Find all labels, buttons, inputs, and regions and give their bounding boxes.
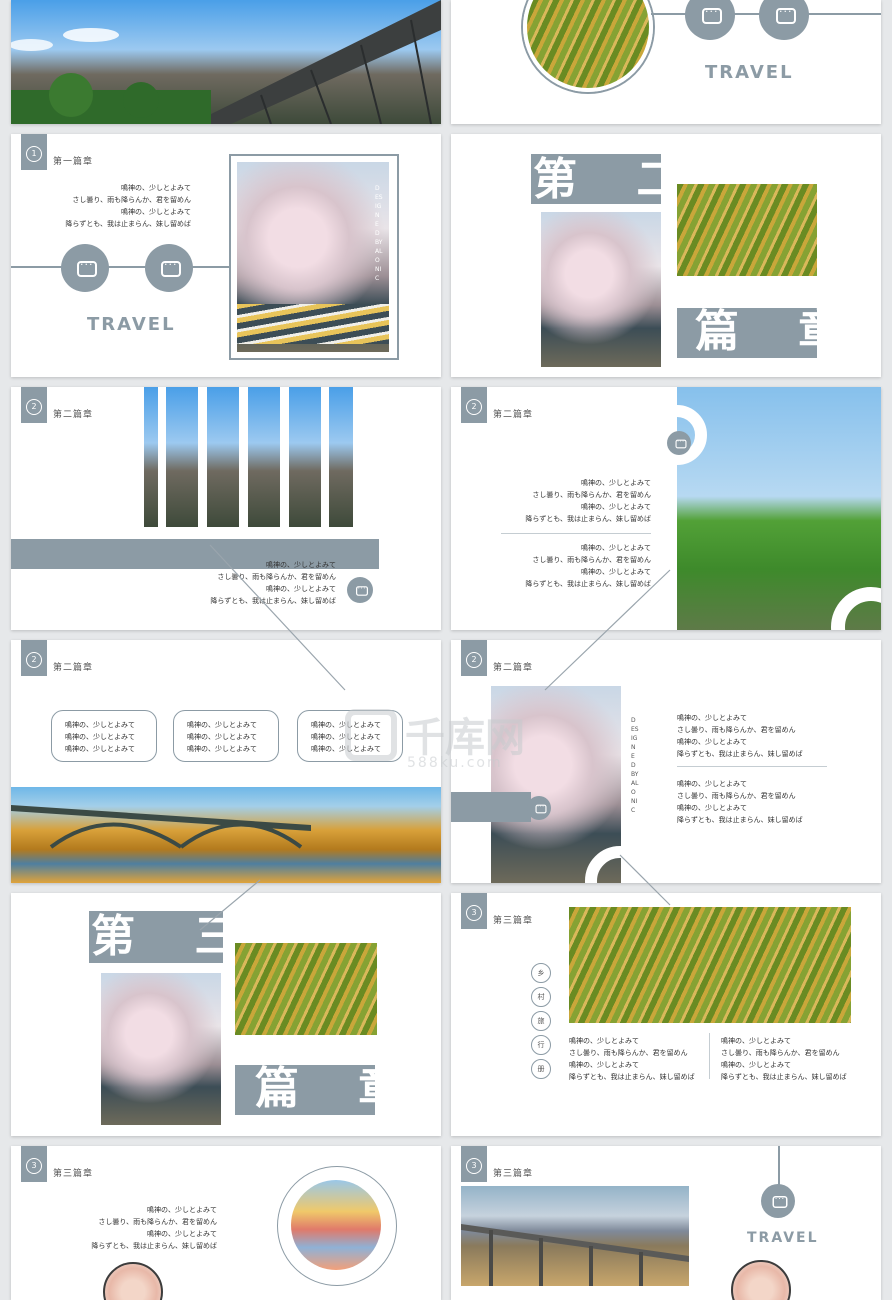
photo-strip bbox=[289, 387, 321, 527]
poem-text: 鳴神の、少しとよみて 鳴神の、少しとよみて 鳴神の、少しとよみて bbox=[65, 721, 135, 753]
flower-circle-photo bbox=[103, 1262, 163, 1300]
chapter-badge: 3 bbox=[461, 893, 487, 929]
vertical-char: 乡 bbox=[531, 963, 551, 983]
vertical-char: 册 bbox=[531, 1059, 551, 1079]
chapter-title: 第三篇章 bbox=[493, 916, 534, 926]
chapter-badge: 3 bbox=[21, 1146, 47, 1182]
rice-photo bbox=[235, 943, 377, 1035]
divider-line bbox=[11, 266, 231, 268]
chapter-badge: 3 bbox=[461, 1146, 487, 1182]
accent-block bbox=[451, 792, 531, 822]
slide-village: 3 第三篇章 乡 村 旅 行 册 鳴神の、少しとよみて さし曇り、雨も降らんか、… bbox=[451, 893, 881, 1136]
chapter-title: 第二篇章 bbox=[53, 663, 94, 673]
chapter-badge: 2 bbox=[21, 387, 47, 423]
chapter-badge: 2 bbox=[461, 387, 487, 423]
slide-mountain: 3 第三篇章 TRAVEL bbox=[451, 1146, 881, 1300]
vertical-char: 行 bbox=[531, 1035, 551, 1055]
travel-label: TRAVEL bbox=[705, 62, 794, 83]
painting-photo bbox=[291, 1180, 381, 1270]
badge-number: 2 bbox=[466, 652, 482, 668]
divider-line bbox=[501, 533, 651, 534]
badge-number: 2 bbox=[26, 652, 42, 668]
bridge-illustration bbox=[11, 805, 311, 849]
photo-strip bbox=[248, 387, 280, 527]
poem-text: 鳴神の、少しとよみて さし曇り、雨も降らんか、君を留めん 鳴神の、少しとよみて … bbox=[569, 1037, 695, 1081]
badge-number: 1 bbox=[26, 146, 42, 162]
vertical-line bbox=[778, 1146, 780, 1186]
designed-vertical-text: DESIGNED BY ALONIC bbox=[375, 185, 383, 282]
bridge-illustration bbox=[11, 0, 441, 124]
poem-text: 鳴神の、少しとよみて さし曇り、雨も降らんか、君を留めん 鳴神の、少しとよみて … bbox=[525, 544, 651, 588]
photo-strip bbox=[207, 387, 239, 527]
photo-strip bbox=[329, 387, 353, 527]
slide-chapter-three-title: 第 三 篇 章 bbox=[11, 893, 441, 1136]
designed-vertical-text: DESIGNED BY ALONIC bbox=[631, 717, 639, 814]
chapter-badge: 2 bbox=[461, 640, 487, 676]
poem-text: 鳴神の、少しとよみて さし曇り、雨も降らんか、君を留めん 鳴神の、少しとよみて … bbox=[210, 561, 336, 605]
slide-travel-partial: TRAVEL bbox=[451, 0, 881, 124]
chat-bubble-icon bbox=[761, 1184, 795, 1218]
chapter-title: 第一篇章 bbox=[53, 157, 94, 167]
poem-text: 鳴神の、少しとよみて さし曇り、雨も降らんか、君を留めん 鳴神の、少しとよみて … bbox=[65, 184, 191, 228]
watermark-mark bbox=[345, 709, 397, 761]
photo-strip bbox=[144, 387, 158, 527]
flower-circle-photo bbox=[731, 1260, 791, 1300]
chat-bubble-icon bbox=[527, 796, 551, 820]
chat-bubble-icon bbox=[685, 0, 735, 40]
poem-text: 鳴神の、少しとよみて さし曇り、雨も降らんか、君を留めん 鳴神の、少しとよみて … bbox=[525, 479, 651, 523]
watermark-url: 588ku.com bbox=[407, 755, 503, 771]
chapter-title: 第二篇章 bbox=[493, 410, 534, 420]
blossom-photo bbox=[101, 973, 221, 1125]
badge-number: 3 bbox=[26, 1158, 42, 1174]
chapter-title: 第二篇章 bbox=[493, 663, 534, 673]
travel-label: TRAVEL bbox=[87, 314, 176, 335]
chapter-title: 第三篇章 bbox=[493, 1169, 534, 1179]
chat-bubble-icon bbox=[759, 0, 809, 40]
chat-bubble-icon bbox=[347, 577, 373, 603]
chat-bubble-icon bbox=[145, 244, 193, 292]
aqueduct-illustration bbox=[461, 1224, 689, 1286]
chat-bubble-icon bbox=[667, 431, 691, 455]
travel-label: TRAVEL bbox=[747, 1230, 819, 1246]
poem-text: 鳴神の、少しとよみて さし曇り、雨も降らんか、君を留めん 鳴神の、少しとよみて … bbox=[91, 1206, 217, 1250]
poem-text: 鳴神の、少しとよみて さし曇り、雨も降らんか、君を留めん 鳴神の、少しとよみて … bbox=[677, 714, 803, 758]
badge-number: 2 bbox=[26, 399, 42, 415]
rice-photo bbox=[677, 184, 817, 276]
slide-chapter-one: 1 第一篇章 鳴神の、少しとよみて さし曇り、雨も降らんか、君を留めん 鳴神の、… bbox=[11, 134, 441, 377]
poem-text: 鳴神の、少しとよみて さし曇り、雨も降らんか、君を留めん 鳴神の、少しとよみて … bbox=[677, 780, 803, 824]
badge-number: 3 bbox=[466, 1158, 482, 1174]
boats-illustration bbox=[237, 304, 389, 344]
chapter-title: 第二篇章 bbox=[53, 410, 94, 420]
rice-circle-photo bbox=[523, 0, 653, 92]
photo-strip bbox=[166, 387, 198, 527]
rice-photo bbox=[569, 907, 851, 1023]
blossom-photo bbox=[541, 212, 661, 367]
divider-line bbox=[709, 1033, 710, 1079]
slide-strips: 2 第二篇章 鳴神の、少しとよみて さし曇り、雨も降らんか、君を留めん 鳴神の、… bbox=[11, 387, 441, 630]
watermark-logo: 千库网 588ku.com bbox=[345, 705, 555, 775]
vertical-char: 村 bbox=[531, 987, 551, 1007]
slide-chapter-two-title: 第 二 篇 章 bbox=[451, 134, 881, 377]
slide-bridge-cover bbox=[11, 0, 441, 124]
badge-number: 3 bbox=[466, 905, 482, 921]
piece-title: 篇 章 bbox=[255, 1063, 425, 1114]
divider-line bbox=[677, 766, 827, 767]
piece-title: 篇 章 bbox=[695, 306, 865, 357]
poem-text: 鳴神の、少しとよみて 鳴神の、少しとよみて 鳴神の、少しとよみて bbox=[187, 721, 257, 753]
badge-number: 2 bbox=[466, 399, 482, 415]
chapter-badge: 1 bbox=[21, 134, 47, 170]
poem-text: 鳴神の、少しとよみて さし曇り、雨も降らんか、君を留めん 鳴神の、少しとよみて … bbox=[721, 1037, 847, 1081]
vertical-char: 旅 bbox=[531, 1011, 551, 1031]
chat-bubble-icon bbox=[61, 244, 109, 292]
slide-painting: 3 第三篇章 鳴神の、少しとよみて さし曇り、雨も降らんか、君を留めん 鳴神の、… bbox=[11, 1146, 441, 1300]
chapter-title: 第三篇章 bbox=[53, 1169, 94, 1179]
slide-field: 2 第二篇章 鳴神の、少しとよみて さし曇り、雨も降らんか、君を留めん 鳴神の、… bbox=[451, 387, 881, 630]
chapter-badge: 2 bbox=[21, 640, 47, 676]
